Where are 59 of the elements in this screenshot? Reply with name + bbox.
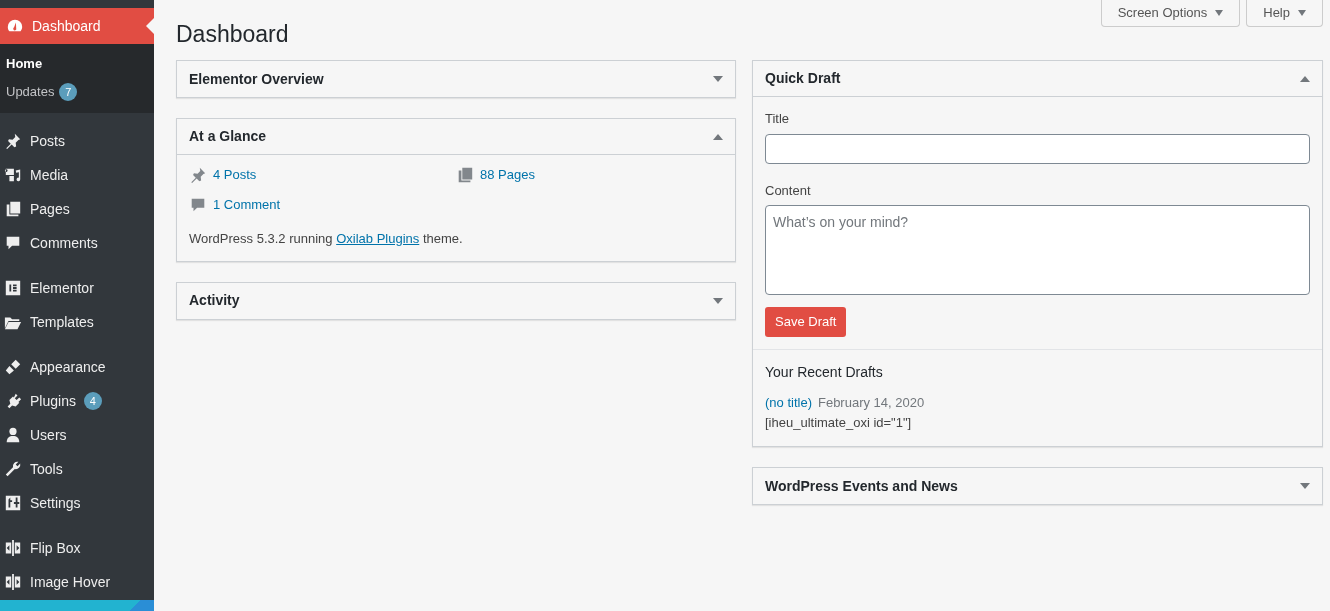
caret-icon xyxy=(1298,10,1306,16)
sidebar-item[interactable]: Elementor xyxy=(0,271,154,305)
dropdown-tab[interactable]: Screen Options xyxy=(1100,0,1241,27)
save-draft-button[interactable]: Save Draft xyxy=(765,307,847,337)
panel-title: WordPress Events and News xyxy=(765,476,958,496)
dropdown-tab[interactable]: Help xyxy=(1246,0,1323,27)
expand-arrow-icon[interactable] xyxy=(1300,483,1310,489)
stat-link[interactable]: 88 Pages xyxy=(480,165,535,185)
count-badge: 7 xyxy=(59,83,78,101)
sidebar-item[interactable]: Posts xyxy=(0,124,154,158)
page-title: Dashboard xyxy=(176,20,289,49)
panel-title: Elementor Overview xyxy=(189,69,324,89)
sidebar-item[interactable]: Plugins 4 xyxy=(0,384,154,418)
panel-title: At a Glance xyxy=(189,127,267,146)
sliders-icon xyxy=(4,494,22,512)
field-label: Title xyxy=(765,110,791,128)
draft-date: February 14, 2020 xyxy=(817,394,925,412)
elementor-icon xyxy=(4,279,22,297)
panel-title: Activity xyxy=(189,291,240,310)
collapse-arrow-icon[interactable] xyxy=(713,133,723,140)
pushpin-icon xyxy=(189,166,207,184)
user-icon xyxy=(4,426,22,444)
title-input[interactable] xyxy=(765,133,1310,164)
sidebar-item[interactable]: Tools xyxy=(0,452,154,486)
sidebar-item[interactable]: Image Hover xyxy=(0,565,154,599)
stat-link[interactable]: 1 Comment xyxy=(213,195,281,215)
sidebar-item[interactable]: Comments xyxy=(0,226,154,260)
content-textarea[interactable]: What’s on your mind? xyxy=(765,205,1310,295)
submenu-item[interactable]: Home xyxy=(0,50,154,78)
section-heading: Your Recent Drafts xyxy=(765,363,884,382)
sidebar-item[interactable]: Users xyxy=(0,418,154,452)
caret-icon xyxy=(1215,10,1224,16)
expand-arrow-icon[interactable] xyxy=(713,76,723,82)
sidebar-item[interactable]: Pages xyxy=(0,192,154,226)
split-box-icon xyxy=(4,539,22,557)
sidebar-item[interactable]: Flip Box xyxy=(0,531,154,565)
pages-icon xyxy=(456,166,474,184)
wrench-icon xyxy=(4,460,22,478)
version-text: WordPress 5.3.2 running Oxilab Plugins theme. xyxy=(189,230,464,248)
current-item-pointer xyxy=(146,18,154,34)
split-box-icon xyxy=(4,573,22,591)
media-icon xyxy=(4,166,22,184)
expand-arrow-icon[interactable] xyxy=(713,297,723,304)
sidebar-item[interactable]: Media xyxy=(0,158,154,192)
pushpin-icon xyxy=(4,132,22,150)
sidebar-item[interactable]: Settings xyxy=(0,486,154,520)
panel-title: Quick Draft xyxy=(765,69,841,88)
collapse-arrow-icon[interactable] xyxy=(1300,75,1310,82)
draft-link[interactable]: (no title) xyxy=(765,393,812,413)
count-badge: 4 xyxy=(83,392,102,410)
submenu-item[interactable]: Updates 7 xyxy=(0,78,154,106)
pages-icon xyxy=(4,200,22,218)
sidebar-item[interactable]: Templates xyxy=(0,305,154,339)
sidebar-item[interactable]: Appearance xyxy=(0,350,154,384)
theme-link[interactable]: Oxilab Plugins xyxy=(336,231,420,246)
sidebar-item[interactable]: Dashboard xyxy=(0,8,154,44)
field-label: Content xyxy=(765,181,812,200)
draft-excerpt: [iheu_ultimate_oxi id="1"] xyxy=(765,413,913,432)
stat-link[interactable]: 4 Posts xyxy=(213,165,257,185)
